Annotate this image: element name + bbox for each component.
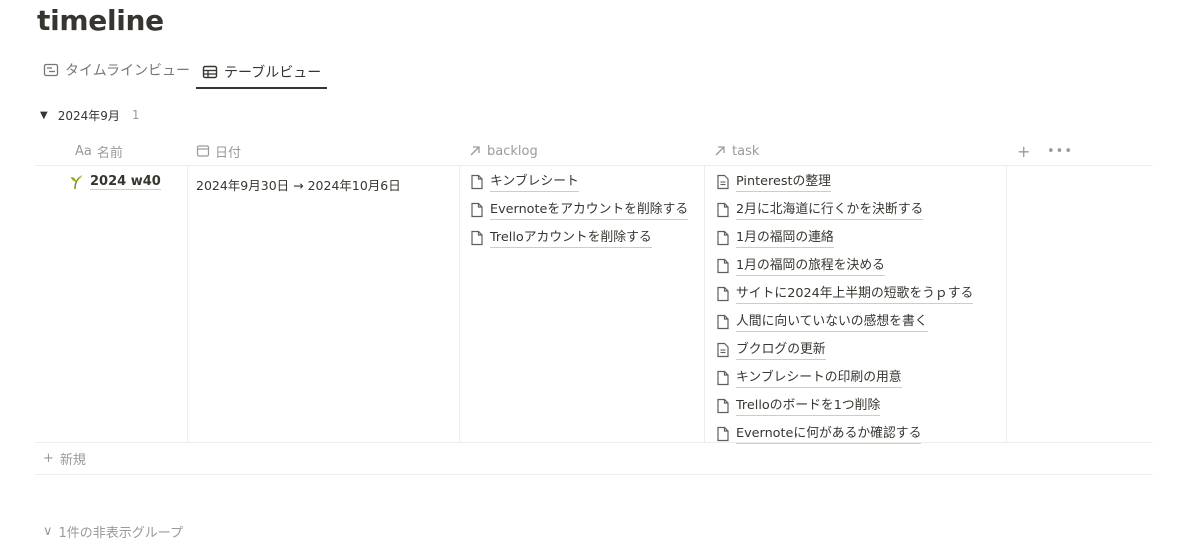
task-item[interactable]: サイトに2024年上半期の短歌をうｐする [716, 285, 1001, 304]
plus-icon: + [43, 451, 54, 466]
column-divider [459, 166, 460, 442]
page-icon [717, 230, 729, 246]
view-tabs: タイムラインビュー テーブルビュー [37, 56, 328, 89]
hidden-groups-toggle[interactable]: ∨ 1件の非表示グループ [43, 522, 183, 541]
add-property-button[interactable]: + [1017, 137, 1030, 165]
task-item[interactable]: Evernoteに何があるか確認する [716, 425, 1001, 444]
column-divider [1006, 166, 1007, 442]
task-item[interactable]: Pinterestの整理 [716, 173, 1001, 192]
group-label: 2024年9月 [57, 108, 120, 123]
task-item[interactable]: 1月の福岡の連絡 [716, 229, 1001, 248]
page-icon [471, 202, 483, 218]
page-icon [717, 370, 729, 386]
collapse-triangle-icon[interactable]: ▼ [40, 110, 48, 121]
backlog-item[interactable]: キンブレシート [470, 173, 690, 192]
backlog-item[interactable]: Trelloアカウントを削除する [470, 229, 690, 248]
tab-table-view[interactable]: テーブルビュー [196, 56, 328, 89]
column-divider [187, 166, 188, 442]
group-count: 1 [131, 108, 140, 122]
task-item-label: サイトに2024年上半期の短歌をうｐする [736, 285, 974, 304]
table-view-icon [202, 65, 218, 78]
task-item-label: キンブレシートの印刷の用意 [736, 369, 902, 388]
backlog-item-label: Evernoteをアカウントを削除する [490, 201, 689, 220]
tab-label: タイムラインビュー [65, 63, 191, 79]
table-row[interactable]: 2024 w40 2024年9月30日 → 2024年10月6日 キンブレシート… [35, 166, 1153, 444]
divider [35, 474, 1153, 475]
task-cell[interactable]: Pinterestの整理 2月に北海道に行くかを決断する 1月の福岡の連絡 1月… [716, 173, 1001, 453]
chevron-down-icon: ∨ [43, 524, 53, 539]
row-name-cell[interactable]: 2024 w40 [69, 174, 161, 190]
timeline-view-icon [43, 63, 59, 77]
task-item[interactable]: 1月の福岡の旅程を決める [716, 257, 1001, 276]
backlog-item[interactable]: Evernoteをアカウントを削除する [470, 201, 690, 220]
task-item-label: Trelloのボードを1つ削除 [736, 397, 881, 416]
page-text-icon [717, 174, 729, 190]
task-item[interactable]: Trelloのボードを1つ削除 [716, 397, 1001, 416]
task-item[interactable]: キンブレシートの印刷の用意 [716, 369, 1001, 388]
page-title: timeline [37, 4, 164, 37]
column-header-backlog[interactable]: backlog [468, 137, 538, 165]
tab-timeline-view[interactable]: タイムラインビュー [37, 56, 196, 84]
page-icon [471, 230, 483, 246]
column-label: 名前 [96, 145, 123, 161]
task-item-label: 1月の福岡の旅程を決める [736, 257, 885, 276]
task-item-label: 1月の福岡の連絡 [736, 229, 834, 248]
column-header-task[interactable]: task [713, 137, 759, 165]
column-header-date[interactable]: 日付 [196, 137, 241, 165]
text-property-icon: Aa [75, 143, 92, 159]
hidden-groups-label: 1件の非表示グループ [58, 526, 184, 541]
row-date-cell[interactable]: 2024年9月30日 → 2024年10月6日 [196, 175, 401, 194]
task-item-label: 人間に向いていないの感想を書く [736, 313, 928, 332]
new-row-button[interactable]: + 新規 [43, 449, 86, 468]
tab-label: テーブルビュー [224, 64, 322, 81]
column-label: 日付 [215, 145, 242, 161]
task-item-label: 2月に北海道に行くかを決断する [736, 201, 924, 220]
backlog-cell[interactable]: キンブレシート Evernoteをアカウントを削除する Trelloアカウントを… [470, 173, 690, 257]
column-label: task [732, 143, 760, 159]
task-item-label: Evernoteに何があるか確認する [736, 425, 922, 444]
column-divider [704, 166, 705, 442]
task-item-label: ブクログの更新 [736, 341, 826, 360]
task-item[interactable]: 2月に北海道に行くかを決断する [716, 201, 1001, 220]
page-icon [717, 258, 729, 274]
page-icon [717, 286, 729, 302]
page-text-icon [717, 342, 729, 358]
backlog-item-label: Trelloアカウントを削除する [490, 229, 652, 248]
page-icon [717, 398, 729, 414]
more-options-button[interactable]: ••• [1047, 137, 1073, 165]
table-header: Aa 名前 日付 backlog task [35, 137, 1153, 166]
new-row-label: 新規 [59, 453, 86, 468]
row-name[interactable]: 2024 w40 [90, 174, 161, 190]
group-header[interactable]: ▼ 2024年9月 1 [40, 104, 140, 126]
page-icon [471, 174, 483, 190]
calendar-icon [196, 145, 210, 157]
relation-arrow-icon [470, 146, 480, 156]
task-item-label: Pinterestの整理 [736, 173, 831, 192]
column-label: backlog [487, 143, 538, 159]
backlog-item-label: キンブレシート [490, 173, 579, 192]
relation-arrow-icon [715, 146, 725, 156]
page-icon [717, 426, 729, 442]
task-item[interactable]: 人間に向いていないの感想を書く [716, 313, 1001, 332]
column-header-name[interactable]: Aa 名前 [75, 137, 123, 165]
page-icon [717, 314, 729, 330]
page-icon [717, 202, 729, 218]
task-item[interactable]: ブクログの更新 [716, 341, 1001, 360]
sprout-icon [71, 175, 82, 190]
